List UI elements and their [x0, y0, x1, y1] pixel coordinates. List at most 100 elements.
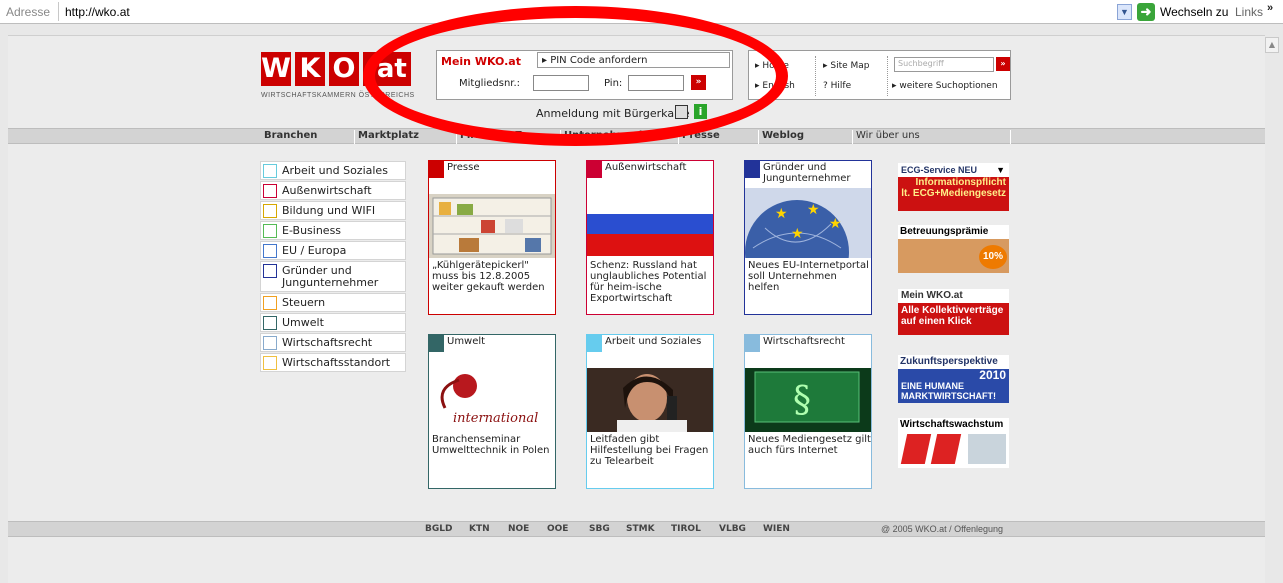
nav-item-presse[interactable]: Presse: [679, 130, 759, 144]
sidebar-item-aussenwirtschaft[interactable]: Außenwirtschaft: [260, 181, 406, 200]
pin-input[interactable]: [628, 75, 684, 91]
nav-item-firmen[interactable]: Firmen A-Z: [457, 130, 561, 144]
english-label: English: [762, 81, 795, 91]
tile-text: Leitfaden gibt Hilfestellung bei Fragen …: [590, 434, 709, 467]
zukunft-title: Zukunftsperspektive: [898, 355, 1009, 369]
tile-text: „Kühlgerätepickerl" muss bis 12.8.2005 w…: [432, 260, 545, 293]
more-search-link[interactable]: ▸ weitere Suchoptionen: [892, 81, 998, 91]
nav-item-wir-ueber-uns[interactable]: Wir über uns: [853, 130, 1011, 144]
sidebar-item-wirtschaftsrecht[interactable]: Wirtschaftsrecht: [260, 333, 406, 352]
toolbar-more-icon[interactable]: »: [1267, 2, 1273, 14]
footer-link-ktn[interactable]: KTN: [469, 524, 490, 534]
arrow-up-icon: [900, 434, 932, 464]
tile-text: Neues Mediengesetz gilt auch fürs Intern…: [748, 434, 871, 456]
more-search-label: weitere Suchoptionen: [899, 81, 998, 91]
pin-request-link[interactable]: ▸ PIN Code anfordern: [537, 52, 730, 68]
browser-address-bar: Adresse http://wko.at ▼ ➜ Wechseln zu Li…: [0, 0, 1283, 24]
news-tile-umwelt[interactable]: Umwelt international Branchenseminar Umw…: [428, 334, 556, 489]
category-marker-icon: [263, 184, 277, 198]
go-button[interactable]: Wechseln zu: [1160, 5, 1228, 19]
sidebar-item-label: Wirtschaftsstandort: [282, 356, 391, 369]
help-label: Hilfe: [830, 81, 852, 91]
footer-link-bgld[interactable]: BGLD: [425, 524, 452, 534]
tile-title: Außenwirtschaft: [605, 162, 687, 173]
footer-link-noe[interactable]: NOE: [508, 524, 529, 534]
footer-link-ooe[interactable]: OOE: [547, 524, 568, 534]
address-dropdown-icon[interactable]: ▼: [1117, 4, 1132, 20]
fridge-image: [429, 194, 555, 258]
category-marker-icon: [263, 244, 277, 258]
tile-title: Arbeit und Soziales: [605, 336, 702, 347]
news-tile-presse[interactable]: Presse „Kühlgerätepickerl" muss bis 12.8…: [428, 160, 556, 315]
address-input[interactable]: http://wko.at: [58, 2, 1113, 21]
search-input[interactable]: Suchbegriff: [894, 57, 994, 72]
english-link[interactable]: ▸ English: [755, 81, 795, 91]
meinwko-title: Mein WKO.at: [898, 289, 1009, 303]
category-marker-icon: [263, 296, 277, 310]
news-tile-aussenwirtschaft[interactable]: Außenwirtschaft Schenz: Russland hat ung…: [586, 160, 714, 315]
category-marker-icon: [263, 224, 277, 238]
sidebar-item-umwelt[interactable]: Umwelt: [260, 313, 406, 332]
sidebar-item-ebusiness[interactable]: E-Business: [260, 221, 406, 240]
nav-item-branchen[interactable]: Branchen: [261, 130, 355, 144]
logo-suffix: .at: [363, 52, 411, 86]
news-tile-arbeit[interactable]: Arbeit und Soziales Leitfaden gibt Hilfe…: [586, 334, 714, 489]
quicklinks-box: ▸ Home ▸ English ▸ Site Map ? Hilfe Such…: [748, 50, 1011, 100]
sidebar-item-gruender[interactable]: Gründer und Jungunternehmer: [260, 261, 406, 292]
wko-page: W K O .at WIRTSCHAFTSKAMMERN ÖSTERREICHS Me…: [8, 6, 1265, 583]
svg-text:★: ★: [791, 226, 804, 242]
mein-wko-banner[interactable]: Mein WKO.at Alle Kollektivverträge auf e…: [898, 289, 1009, 335]
sidebar-item-eu[interactable]: EU / Europa: [260, 241, 406, 260]
news-tile-gruender[interactable]: Gründer und Jungunternehmer ★ ★ ★ ★ Neue…: [744, 160, 872, 315]
svg-text:★: ★: [829, 216, 842, 232]
footer-link-sbg[interactable]: SBG: [589, 524, 610, 534]
svg-text:★: ★: [807, 202, 820, 218]
nav-item-weblog[interactable]: Weblog: [759, 130, 853, 144]
buergerkarte-link[interactable]: Anmeldung mit Bürgerkarte: [536, 107, 690, 120]
card-reader-icon[interactable]: [675, 105, 688, 119]
praemie-title: Betreuungsprämie: [900, 226, 989, 237]
tile-title: Gründer und Jungunternehmer: [763, 162, 851, 184]
sidebar-item-arbeit[interactable]: Arbeit und Soziales: [260, 161, 406, 180]
sidebar-item-label: EU / Europa: [282, 244, 347, 257]
footer-link-tirol[interactable]: TIROL: [671, 524, 701, 534]
nav-item-marktplatz[interactable]: Marktplatz: [355, 130, 457, 144]
login-title[interactable]: Mein WKO.at: [441, 55, 521, 68]
logo-letter: K: [295, 52, 325, 86]
nav-item-unternehmerin[interactable]: Unternehmerin: [561, 130, 679, 144]
tile-color-marker: [745, 161, 760, 178]
help-link[interactable]: ? Hilfe: [823, 81, 851, 91]
wirtschaftswachstum-banner[interactable]: Wirtschaftswachstum: [898, 418, 1009, 468]
member-number-input[interactable]: [533, 75, 589, 91]
sidebar-item-steuern[interactable]: Steuern: [260, 293, 406, 312]
woman-phone-image: [587, 368, 713, 432]
arrow-up-icon: [930, 434, 962, 464]
footer-link-stmk[interactable]: STMK: [626, 524, 655, 534]
links-button[interactable]: Links: [1235, 5, 1263, 19]
search-submit-button[interactable]: »: [996, 57, 1010, 71]
tile-color-marker: [429, 335, 444, 352]
svg-text:international: international: [453, 411, 538, 426]
home-link[interactable]: ▸ Home: [755, 61, 789, 71]
sidebar-item-bildung[interactable]: Bildung und WIFI: [260, 201, 406, 220]
info-icon[interactable]: i: [694, 104, 707, 119]
footer-link-wien[interactable]: WIEN: [763, 524, 790, 534]
divider: [887, 56, 888, 96]
go-arrow-icon[interactable]: ➜: [1137, 3, 1155, 21]
sitemap-label: Site Map: [830, 61, 870, 71]
login-box: Mein WKO.at ▸ PIN Code anfordern Mitglie…: [436, 50, 733, 100]
sidebar-item-wirtschaftsstandort[interactable]: Wirtschaftsstandort: [260, 353, 406, 372]
scroll-up-icon[interactable]: ▲: [1265, 37, 1279, 53]
copyright-link[interactable]: @ 2005 WKO.at / Offenlegung: [881, 524, 1003, 534]
news-tile-wirtschaftsrecht[interactable]: Wirtschaftsrecht § Neues Mediengesetz gi…: [744, 334, 872, 489]
wko-logo[interactable]: W K O .at WIRTSCHAFTSKAMMERN ÖSTERREICHS: [261, 52, 414, 99]
category-marker-icon: [263, 356, 277, 370]
ecg-service-banner[interactable]: ECG-Service NEU Informationspflicht lt. …: [898, 163, 1009, 211]
ecg-subtext: lt. ECG+Mediengesetz: [901, 188, 1006, 199]
sitemap-link[interactable]: ▸ Site Map: [823, 61, 870, 71]
login-submit-button[interactable]: »: [691, 75, 706, 90]
zukunftsperspektive-banner[interactable]: Zukunftsperspektive 2010 EINE HUMANE MAR…: [898, 355, 1009, 403]
betreuungspraemie-banner[interactable]: Betreuungsprämie 10%: [898, 225, 1009, 273]
home-label: Home: [762, 61, 789, 71]
footer-link-vlbg[interactable]: VLBG: [719, 524, 746, 534]
